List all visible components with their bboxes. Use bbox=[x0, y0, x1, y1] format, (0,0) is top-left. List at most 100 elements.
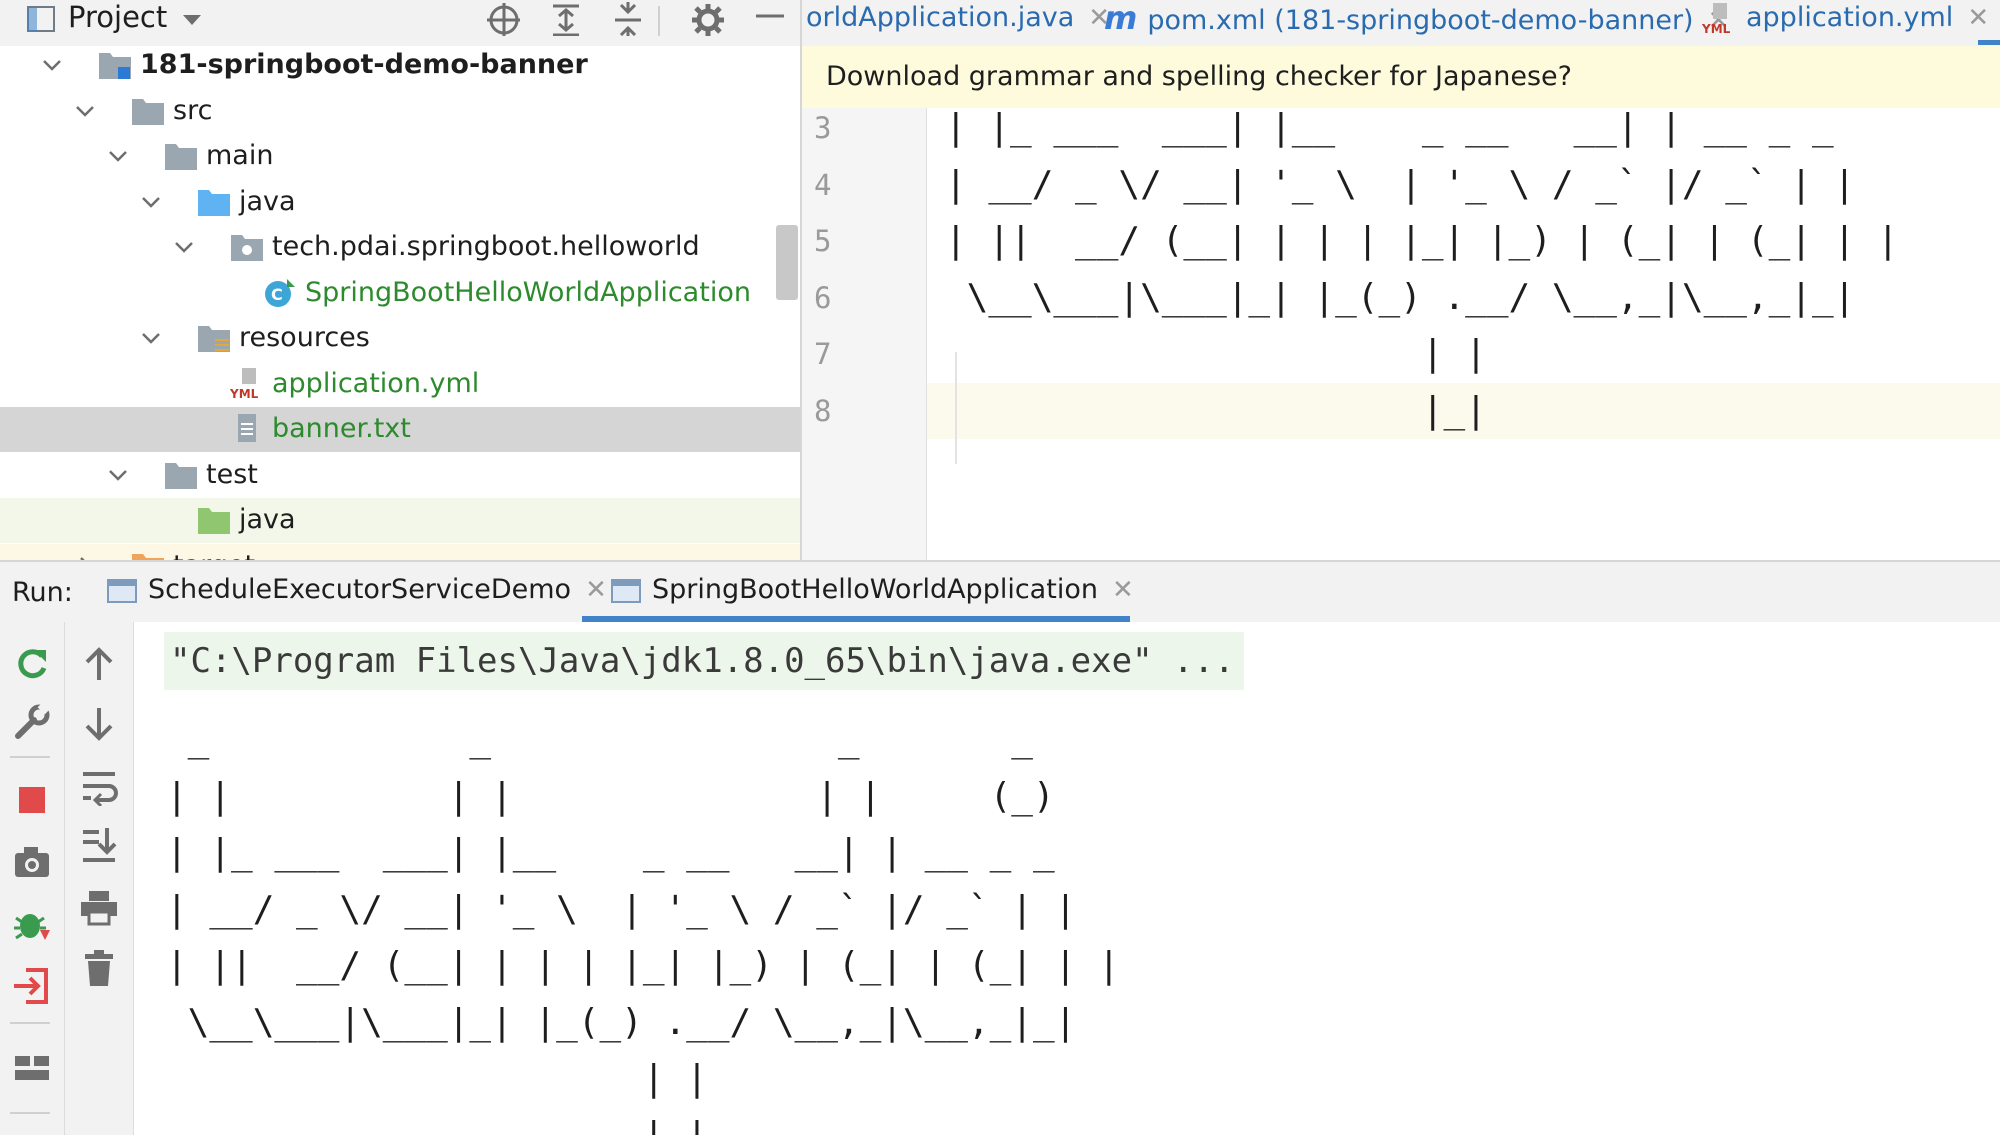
project-tree: 181-springboot-demo-banner src main java tec… bbox=[0, 46, 800, 560]
spellcheck-notification: Download grammar and spelling checker fo… bbox=[802, 46, 2000, 109]
console-command-line: "C:\Program Files\Java\jdk1.8.0_65\bin\j… bbox=[164, 632, 1245, 690]
print-icon[interactable] bbox=[79, 888, 119, 928]
folder-icon bbox=[131, 95, 165, 127]
maven-icon: m bbox=[1104, 0, 1138, 37]
tree-item-label: target bbox=[173, 548, 255, 561]
wrench-icon[interactable] bbox=[12, 702, 52, 742]
tree-item[interactable]: java bbox=[0, 180, 800, 225]
code-line: \__\___|\___|_| |_(_) .__/ \__,_|\__,_|_… bbox=[927, 270, 2000, 326]
console-command-text: "C:\Program Files\Java\jdk1.8.0_65\bin\j… bbox=[170, 641, 1235, 681]
project-panel-header: Project bbox=[0, 0, 800, 46]
scroll-to-end-icon[interactable] bbox=[79, 826, 119, 866]
code-line: | | bbox=[927, 326, 2000, 382]
package-icon bbox=[230, 231, 264, 263]
run-tab-springboot-app[interactable]: SpringBootHelloWorldApplication ✕ bbox=[610, 572, 1134, 612]
code-line-text: | |_ ___ ___| |__ _ __ __| | __ _ _ bbox=[945, 108, 1834, 148]
run-tab-label: SpringBootHelloWorldApplication bbox=[652, 574, 1098, 605]
run-panel-header: Run: ScheduleExecutorServiceDemo ✕ Spring… bbox=[0, 562, 2000, 623]
editor-tab-bar: orldApplication.java ✕ m pom.xml (181-spri… bbox=[802, 0, 2000, 46]
header-separator bbox=[658, 6, 660, 36]
camera-icon[interactable] bbox=[12, 842, 52, 882]
chevron-down-icon[interactable] bbox=[139, 190, 163, 214]
excluded-folder-icon bbox=[131, 550, 165, 560]
tree-item[interactable]: target bbox=[0, 543, 800, 561]
debug-bug-icon[interactable] bbox=[12, 904, 52, 944]
chevron-down-icon[interactable] bbox=[73, 99, 97, 123]
tree-item-label: java bbox=[239, 185, 296, 217]
tree-item-label: resources bbox=[239, 322, 370, 353]
tree-item-label: test bbox=[206, 458, 258, 490]
arrow-up-icon[interactable] bbox=[79, 644, 119, 684]
close-icon[interactable]: ✕ bbox=[1112, 575, 1134, 605]
chevron-down-icon[interactable] bbox=[180, 8, 214, 42]
collapse-all-icon[interactable] bbox=[610, 2, 644, 36]
arrow-down-icon[interactable] bbox=[79, 704, 119, 744]
editor-tab-label: application.yml bbox=[1746, 2, 1954, 33]
editor-tab-label: orldApplication.java bbox=[806, 2, 1075, 33]
tree-item[interactable]: 181-springboot-demo-banner bbox=[0, 46, 800, 88]
editor-tab-application-java[interactable]: orldApplication.java ✕ bbox=[806, 0, 1110, 40]
folder-icon bbox=[164, 459, 198, 491]
code-line-text: | | bbox=[945, 333, 1487, 374]
tree-scrollbar[interactable] bbox=[776, 225, 798, 300]
console-icon bbox=[610, 577, 642, 605]
chevron-down-icon[interactable] bbox=[106, 144, 130, 168]
layout-icon[interactable] bbox=[12, 1048, 52, 1088]
tree-item-label: application.yml bbox=[272, 367, 480, 399]
chevron-down-icon[interactable] bbox=[106, 463, 130, 487]
line-number: 6 bbox=[814, 280, 832, 315]
toolbar-separator bbox=[10, 1022, 50, 1024]
run-toolbar-secondary bbox=[65, 622, 134, 1135]
tree-item[interactable]: test bbox=[0, 453, 800, 498]
editor-tab-application-yml[interactable]: YML application.yml ✕ bbox=[1702, 0, 1989, 40]
chevron-down-icon[interactable] bbox=[40, 53, 64, 77]
expand-all-icon[interactable] bbox=[548, 2, 582, 36]
code-line: | || __/ (__| | | | |_| |_) | (_| | (_| … bbox=[927, 213, 2000, 269]
tree-item-label: java bbox=[239, 504, 296, 535]
tree-item[interactable]: java bbox=[0, 498, 800, 543]
editor-tab-label: pom.xml (181-springboot-demo-banner) bbox=[1147, 5, 1694, 36]
close-icon[interactable]: ✕ bbox=[585, 575, 607, 605]
tree-item[interactable]: resources bbox=[0, 316, 800, 361]
chevron-down-icon[interactable] bbox=[172, 235, 196, 259]
tree-item[interactable]: YML application.yml bbox=[0, 362, 800, 407]
rerun-icon[interactable] bbox=[12, 644, 52, 684]
tree-item[interactable]: banner.txt bbox=[0, 407, 800, 452]
line-number: 7 bbox=[814, 337, 832, 371]
gear-icon[interactable] bbox=[690, 2, 724, 36]
login-import-icon[interactable] bbox=[12, 966, 52, 1006]
tree-item-label: src bbox=[173, 94, 213, 126]
tree-item-label: 181-springboot-demo-banner bbox=[140, 49, 588, 80]
svg-text:YML: YML bbox=[1702, 22, 1731, 35]
console-output[interactable]: "C:\Program Files\Java\jdk1.8.0_65\bin\j… bbox=[134, 622, 2000, 1135]
source-folder-icon bbox=[197, 186, 231, 218]
minimize-icon[interactable] bbox=[752, 2, 786, 36]
svg-text:C: C bbox=[271, 285, 283, 304]
editor-text-area[interactable]: | |_ ___ ___| |__ _ __ __| | __ _ _ | __/… bbox=[927, 108, 2000, 560]
locate-target-icon[interactable] bbox=[486, 2, 520, 36]
folder-icon bbox=[164, 140, 198, 172]
code-line: |_| bbox=[927, 382, 2000, 439]
soft-wrap-icon[interactable] bbox=[79, 766, 119, 806]
tree-item[interactable]: tech.pdai.springboot.helloworld bbox=[0, 225, 800, 270]
tree-item[interactable]: main bbox=[0, 134, 800, 179]
run-tab-schedule-executor[interactable]: ScheduleExecutorServiceDemo ✕ bbox=[106, 572, 607, 612]
console-icon bbox=[106, 577, 138, 605]
editor-tab-pom-xml[interactable]: m pom.xml (181-springboot-demo-banner) ✕ bbox=[1104, 0, 1729, 40]
tree-item-label: main bbox=[206, 140, 274, 171]
spring-boot-class-icon: C bbox=[263, 277, 297, 309]
trash-icon[interactable] bbox=[79, 948, 119, 988]
tree-item[interactable]: src bbox=[0, 89, 800, 134]
chevron-down-icon[interactable] bbox=[139, 326, 163, 350]
code-line: | __/ _ \/ __| '_ \ | '_ \ / _` |/ _` | … bbox=[927, 157, 2000, 213]
project-panel-title[interactable]: Project bbox=[68, 2, 167, 32]
project-view-icon[interactable] bbox=[26, 4, 60, 38]
code-line-text: | || __/ (__| | | | |_| |_) | (_| | (_| … bbox=[945, 220, 1899, 261]
tree-item-label: tech.pdai.springboot.helloworld bbox=[272, 231, 700, 262]
resources-folder-icon bbox=[197, 322, 231, 354]
console-banner: _ _ _ _ | | | | | | (_) | |_ ___ ___| |_… bbox=[166, 712, 1120, 1135]
line-number-gutter: 3 4 5 6 7 8 bbox=[802, 108, 927, 560]
stop-icon[interactable] bbox=[12, 780, 52, 820]
close-icon[interactable]: ✕ bbox=[1967, 3, 1989, 33]
tree-item[interactable]: C SpringBootHelloWorldApplication bbox=[0, 271, 800, 316]
